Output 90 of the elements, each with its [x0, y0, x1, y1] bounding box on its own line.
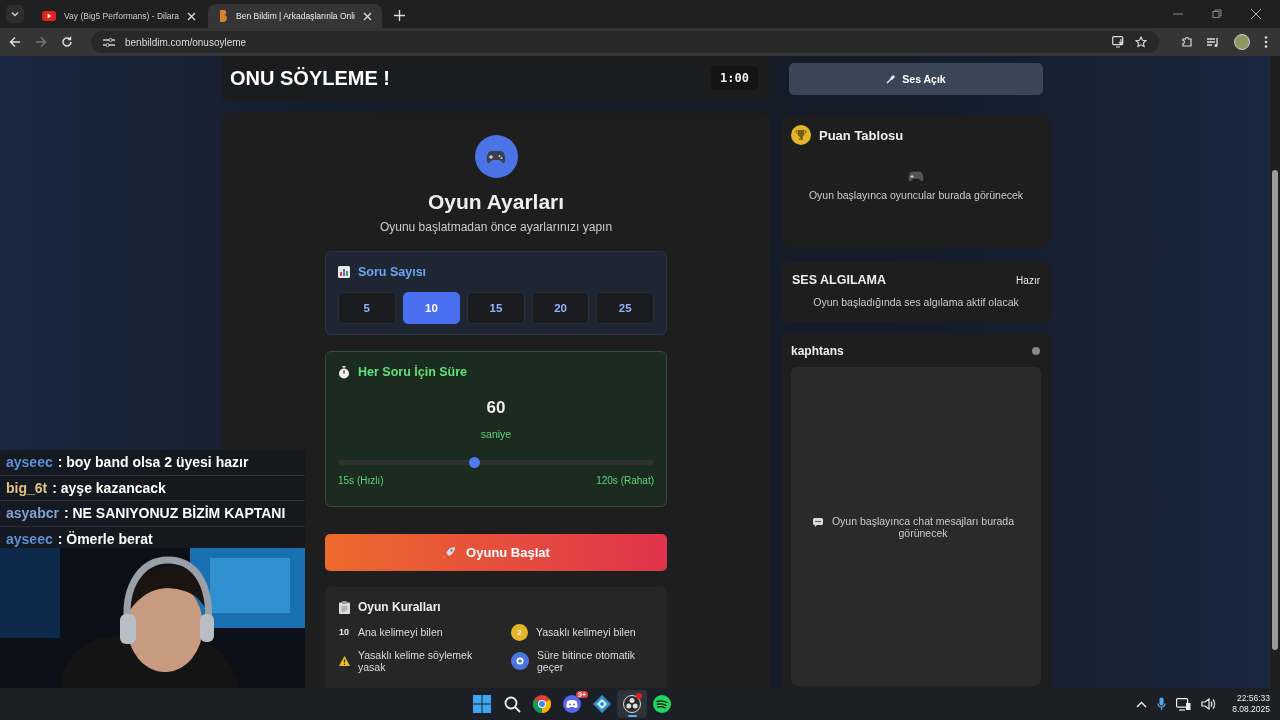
tab-title: Vay (Big5 Performans) - Dilara — [64, 11, 180, 21]
gamepad-icon — [474, 135, 518, 178]
chat-username: ayseec — [6, 530, 53, 547]
rule-text: Yasaklı kelime söylemek yasak — [358, 649, 474, 673]
scoreboard-title: Puan Tablosu — [819, 127, 904, 143]
trophy-icon — [791, 125, 811, 145]
sound-button[interactable]: Ses Açık — [789, 63, 1043, 95]
settings-subtitle: Oyunu başlatmadan önce ayarlarınızı yapın — [379, 220, 613, 234]
rule-text: Yasaklı kelimeyi bilen — [536, 626, 636, 638]
tab-title: Ben Bildim | Arkadaşlarınla Onli — [236, 11, 355, 21]
monitor-icon[interactable] — [1176, 697, 1192, 711]
star-icon[interactable] — [1135, 36, 1147, 48]
channel-name: kaphtans — [791, 344, 844, 358]
count-option[interactable]: 20 — [531, 292, 590, 324]
chat-empty-message: Oyun başlayınca chat mesajları burada görünecek — [830, 514, 1016, 539]
voice-status: Hazır — [1016, 274, 1040, 286]
slider-max-label: 120s (Rahat) — [596, 475, 654, 486]
browser-icon[interactable] — [533, 695, 552, 713]
gamepad-icon — [908, 171, 924, 182]
tab-list-button[interactable] — [6, 5, 24, 23]
browser-tab[interactable]: Ben Bildim | Arkadaşlarınla Onli — [208, 4, 382, 28]
forward-icon[interactable] — [35, 36, 47, 48]
section-title: Oyun Kuralları — [358, 600, 441, 614]
scrollbar[interactable] — [1270, 56, 1280, 688]
section-title: Her Soru İçin Süre — [358, 365, 468, 379]
empty-message: Oyun başlayınca oyuncular burada görünecek — [808, 189, 1024, 201]
site-settings-icon[interactable] — [103, 36, 115, 48]
chat-message: : Ömerle berat — [57, 530, 153, 547]
caret-icon — [10, 9, 20, 19]
recorder-icon[interactable] — [623, 695, 642, 713]
duration-unit: saniye — [480, 428, 512, 440]
back-icon[interactable] — [9, 36, 21, 48]
voice-message: Oyun başladığında ses algılama aktif olacak — [813, 296, 1019, 308]
count-option[interactable]: 10 — [402, 292, 461, 324]
page-title: ONU SÖYLEME ! — [230, 66, 391, 90]
music-app-icon[interactable] — [653, 695, 672, 713]
chat-username: big_6t — [6, 479, 48, 496]
settings-title: Oyun Ayarları — [427, 189, 565, 215]
chat-username: asyabcr — [6, 505, 59, 522]
profile-avatar[interactable] — [1234, 34, 1250, 50]
count-option[interactable]: 15 — [467, 292, 525, 324]
points-label: 10 — [339, 627, 350, 637]
taskbar-button[interactable] — [617, 690, 648, 718]
section-title: Soru Sayısı — [358, 265, 427, 279]
reload-icon[interactable] — [61, 36, 73, 48]
bar-chart-icon — [338, 266, 350, 278]
microphone-icon[interactable] — [1157, 697, 1167, 711]
windows-icon[interactable] — [473, 695, 492, 713]
clock[interactable]: 22:56:33 8.08.2025 — [1232, 693, 1270, 715]
points-badge: 2 — [511, 623, 528, 641]
close-icon[interactable] — [1251, 9, 1261, 19]
chat-message: : NE SANIYONUZ BİZİM KAPTANI — [63, 505, 286, 522]
chat-message: : ayşe kazancack — [52, 479, 166, 496]
install-icon[interactable] — [1112, 36, 1125, 48]
search-icon[interactable] — [503, 695, 521, 713]
rule-text: Süre bitince otomatik geçer — [537, 649, 637, 673]
speech-bubble-icon — [813, 517, 823, 527]
speaker-icon[interactable] — [1201, 698, 1217, 710]
start-button[interactable]: Oyunu Başlat — [325, 534, 667, 571]
browser-tab[interactable]: Vay (Big5 Performans) - Dilara — [32, 4, 207, 28]
slider-min-label: 15s (Hızlı) — [338, 475, 384, 486]
site-icon — [218, 9, 229, 23]
media-icon[interactable] — [1207, 36, 1220, 48]
extensions-icon[interactable] — [1181, 36, 1193, 48]
rocket-icon — [442, 545, 457, 560]
menu-icon[interactable] — [1264, 36, 1268, 48]
warning-icon — [339, 656, 350, 666]
timer-icon — [511, 652, 529, 670]
restore-icon[interactable] — [1212, 9, 1222, 19]
chat-username: ayseec — [6, 454, 53, 471]
count-option[interactable]: 5 — [338, 292, 396, 324]
slider-thumb[interactable] — [468, 457, 480, 468]
count-option[interactable]: 25 — [596, 292, 654, 324]
new-tab-icon[interactable] — [394, 10, 405, 21]
clipboard-icon — [339, 600, 350, 614]
timer: 1:00 — [711, 66, 758, 90]
duration-slider[interactable] — [338, 460, 654, 465]
microphone-icon — [886, 74, 897, 84]
chat-app-icon[interactable] — [563, 695, 582, 713]
play-icon — [42, 11, 56, 21]
duration-value: 60 — [486, 398, 506, 418]
active-indicator — [628, 715, 638, 717]
stopwatch-icon — [338, 365, 350, 379]
rule-text: Ana kelimeyi bilen — [358, 626, 443, 638]
voice-title: SES ALGILAMA — [792, 273, 886, 287]
caret-icon[interactable] — [1136, 700, 1148, 708]
address-field[interactable]: benbildim.com/onusoyleme — [91, 31, 1159, 53]
alert-dot — [636, 693, 643, 699]
cube-icon[interactable] — [593, 695, 612, 713]
chat-message: : boy band olsa 2 üyesi hazır — [57, 454, 249, 471]
